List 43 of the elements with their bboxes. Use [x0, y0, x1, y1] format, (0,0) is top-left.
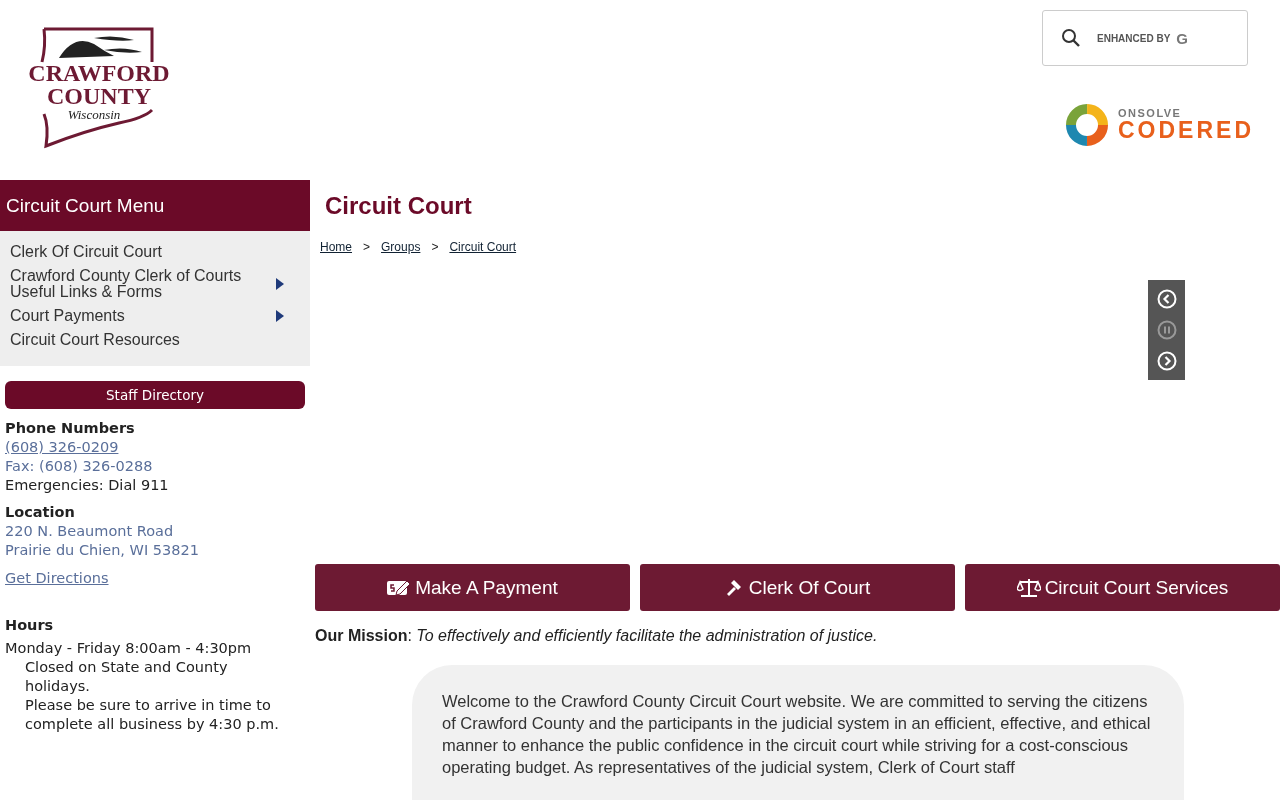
- breadcrumb-link[interactable]: Circuit Court: [449, 240, 517, 254]
- county-logo[interactable]: CRAWFORD COUNTY Wisconsin: [24, 26, 174, 151]
- scales-icon: [1016, 577, 1041, 598]
- menu-item[interactable]: Circuit Court Resources: [0, 328, 310, 352]
- next-icon[interactable]: [1156, 350, 1177, 371]
- breadcrumb-link[interactable]: Home: [320, 240, 352, 254]
- action-button[interactable]: Make A Payment: [315, 564, 630, 611]
- hours-note: Please be sure to arrive in time to complete all business by 4:30 p.m.: [24, 696, 280, 734]
- logo-title: CODERED: [1118, 119, 1254, 142]
- directions-link[interactable]: Get Directions: [5, 569, 305, 588]
- payment-icon: [387, 578, 412, 597]
- address-line: Prairie du Chien, WI 53821: [5, 541, 200, 560]
- previous-icon[interactable]: [1156, 289, 1177, 310]
- section-heading: Hours: [5, 616, 55, 635]
- menu-title: Circuit Court Menu: [0, 180, 310, 231]
- pause-icon[interactable]: [1156, 320, 1177, 340]
- address-line: 220 N. Beaumont Road: [5, 522, 175, 541]
- color-ring-icon: [1066, 104, 1108, 146]
- section-heading: Location: [5, 503, 76, 522]
- fax-number: Fax: (608) 326-0288: [5, 457, 154, 476]
- staff-directory-button[interactable]: Staff Directory: [5, 381, 305, 409]
- phone-link[interactable]: (608) 326-0209: [5, 438, 305, 457]
- breadcrumb-separator: >: [363, 240, 371, 254]
- emergency-text: Emergencies: Dial 911: [5, 476, 170, 495]
- mission-statement: Our Mission: To effectively and efficiently facilitate the administration of justice.: [315, 627, 879, 645]
- section-heading: Phone Numbers: [5, 419, 136, 438]
- action-button[interactable]: Clerk Of Court: [640, 564, 955, 611]
- alert-logo[interactable]: ONSOLVE CODERED: [1066, 104, 1254, 146]
- action-button[interactable]: Circuit Court Services: [965, 564, 1280, 611]
- menu-item[interactable]: Court Payments: [0, 304, 310, 328]
- menu-item[interactable]: Crawford County Clerk of Courts Useful Links & Forms: [0, 264, 310, 304]
- logo-subtitle: ONSOLVE: [1118, 108, 1183, 119]
- hours-text: Monday - Friday 8:00am - 4:30pm: [5, 639, 253, 658]
- page-title: Circuit Court: [325, 192, 473, 220]
- welcome-text: Welcome to the Crawford County Circuit Court website. We are committed to serving the citizens of Crawford County and the participants in the judicial system in an efficient, effective, and ethical manner to enhance the public confidence in the circuit court while striving for a cost-conscious operating budget. As representatives of the judicial system, Clerk of Court staff: [442, 691, 1152, 778]
- search-field[interactable]: ENHANCED BY G: [1042, 10, 1248, 66]
- menu-item[interactable]: Clerk Of Circuit Court: [0, 240, 310, 264]
- hours-note: Closed on State and County holidays.: [24, 658, 229, 696]
- search-placeholder: ENHANCED BY: [1097, 32, 1171, 44]
- breadcrumb-separator: >: [431, 240, 439, 254]
- breadcrumb-link[interactable]: Groups: [381, 240, 421, 254]
- search-icon: [1061, 28, 1081, 48]
- brand-letter: G: [1176, 29, 1188, 47]
